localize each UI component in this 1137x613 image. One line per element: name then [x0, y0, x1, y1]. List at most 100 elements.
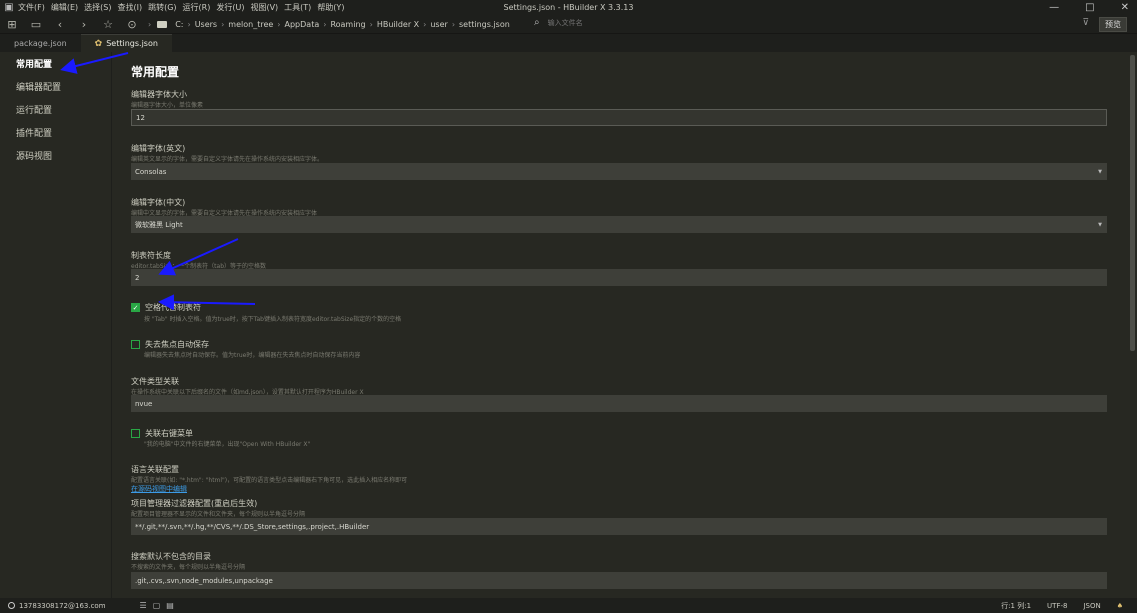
new-file-icon[interactable]: ⊞ [0, 15, 24, 34]
console-icon[interactable]: ▤ [166, 601, 174, 610]
search-exclude-desc: 不搜索的文件夹，每个规则以半角逗号分隔 [131, 564, 246, 571]
cursor-position[interactable]: 行:1 列:1 [1001, 601, 1031, 611]
menu-find[interactable]: 查找(I) [117, 2, 142, 13]
font-en-value: Consolas [135, 167, 167, 176]
filter-icon[interactable]: ⊽ [1082, 18, 1089, 28]
menu-file[interactable]: 文件(F) [18, 2, 45, 13]
tab-bar: package.json ✿ Settings.json [0, 34, 1137, 52]
font-cn-select[interactable]: 微软雅黑 Light ▼ [131, 216, 1107, 233]
forward-icon[interactable]: › [72, 15, 96, 34]
menu-tools[interactable]: 工具(T) [284, 2, 311, 13]
chevron-right-icon: › [369, 19, 373, 29]
chevron-down-icon: ▼ [1098, 168, 1102, 175]
user-account[interactable]: 13783308172@163.com [19, 602, 106, 610]
status-right: 行:1 列:1 UTF-8 JSON ♠ [1001, 601, 1123, 611]
run-icon[interactable]: ⊙ [120, 15, 144, 34]
exclude-filter-desc: 配置项目管理器不显示的文件和文件夹，每个规则以半角逗号分隔 [131, 511, 306, 518]
autosave-checkbox[interactable] [131, 340, 140, 349]
menu-publish[interactable]: 发行(U) [216, 2, 244, 13]
insert-spaces-desc: 按 "Tab" 时插入空格。值为true时，按下Tab键插入制表符宽度edito… [144, 316, 402, 323]
font-cn-value: 微软雅黑 Light [135, 220, 183, 229]
menu-select[interactable]: 选择(S) [84, 2, 111, 13]
file-search: ⌕ [534, 17, 748, 28]
sidebar-item-plugins[interactable]: 插件配置 [0, 121, 111, 144]
chevron-right-icon: › [148, 19, 152, 29]
tab-label: Settings.json [106, 39, 158, 48]
tab-size-label: 制表符长度 [131, 251, 171, 260]
file-assoc-input[interactable]: nvue [131, 395, 1107, 412]
tab-size-input[interactable]: 2 [131, 269, 1107, 286]
menu-view[interactable]: 视图(V) [250, 2, 278, 13]
scrollbar-thumb[interactable] [1130, 55, 1135, 351]
menu-bar: ▣ 文件(F) 编辑(E) 选择(S) 查找(I) 跳转(G) 运行(R) 发行… [0, 0, 1137, 15]
settings-sidebar: 常用配置 编辑器配置 运行配置 插件配置 源码视图 [0, 52, 112, 598]
autosave-desc: 编辑器失去焦点时自动保存。值为true时，编辑器在失去焦点时自动保存当前内容 [144, 352, 361, 359]
insert-spaces-label: 空格代替制表符 [145, 303, 201, 312]
chevron-right-icon: › [423, 19, 427, 29]
maximize-button[interactable]: □ [1085, 2, 1094, 13]
exclude-filter-label: 项目管理器过滤器配置(重启后生效) [131, 499, 258, 508]
close-button[interactable]: ✕ [1121, 2, 1129, 13]
exclude-filter-input[interactable]: **/.git,**/.svn,**/.hg,**/CVS,**/.DS_Sto… [131, 518, 1107, 535]
font-cn-label: 编辑字体(中文) [131, 198, 186, 207]
back-icon[interactable]: ‹ [48, 15, 72, 34]
sidebar-item-common[interactable]: 常用配置 [0, 52, 111, 75]
folder-icon [157, 20, 168, 28]
chevron-right-icon: › [221, 19, 225, 29]
font-size-desc: 编辑器字体大小，单位像素 [131, 102, 204, 109]
font-size-input[interactable]: 12 [131, 109, 1107, 126]
preview-button[interactable]: 预览 [1099, 17, 1127, 32]
minimize-button[interactable]: — [1049, 2, 1059, 13]
breadcrumb-item[interactable]: user [430, 20, 447, 29]
bell-icon[interactable]: ♠ [1117, 602, 1123, 610]
menu-edit[interactable]: 编辑(E) [51, 2, 78, 13]
language-mode[interactable]: JSON [1083, 602, 1100, 610]
window-controls: — □ ✕ [1049, 0, 1129, 15]
menu-help[interactable]: 帮助(Y) [317, 2, 344, 13]
breadcrumb-item[interactable]: AppData [285, 20, 320, 29]
breadcrumb-item[interactable]: C: [175, 20, 183, 29]
chevron-down-icon: ▼ [1098, 221, 1102, 228]
status-left: 13783308172@163.com ☰ ▢ ▤ [0, 601, 174, 610]
breadcrumb-item[interactable]: Roaming [330, 20, 365, 29]
vertical-scrollbar[interactable] [1127, 52, 1137, 598]
lang-assoc-desc: 配置语言关联(如: "*.htm": "html")，可配置的语言类型点击编辑器… [131, 477, 408, 484]
context-menu-checkbox[interactable] [131, 429, 140, 438]
breadcrumb-item[interactable]: melon_tree [228, 20, 273, 29]
breadcrumb-item[interactable]: settings.json [459, 20, 510, 29]
square-icon[interactable]: ▢ [153, 601, 161, 610]
file-search-icon: ⌕ [534, 17, 540, 28]
tab-settings-json[interactable]: ✿ Settings.json [80, 34, 172, 52]
app-logo-icon: ▣ [4, 2, 14, 13]
menu-run[interactable]: 运行(R) [183, 2, 211, 13]
search-exclude-label: 搜索默认不包含的目录 [131, 552, 211, 561]
breadcrumb: › C: › Users › melon_tree › AppData › Ro… [148, 20, 514, 29]
sidebar-item-source-view[interactable]: 源码视图 [0, 144, 111, 167]
menu-goto[interactable]: 跳转(G) [148, 2, 176, 13]
list-icon[interactable]: ☰ [140, 601, 147, 610]
breadcrumb-item[interactable]: HBuilder X [377, 20, 419, 29]
chevron-right-icon: › [451, 19, 456, 29]
settings-panel: 常用配置 编辑器字体大小 编辑器字体大小，单位像素 12 编辑字体(英文) 编辑… [112, 52, 1127, 598]
toolbar: ⊞ ▭ ‹ › ☆ ⊙ › C: › Users › melon_tree › … [0, 15, 1137, 34]
encoding[interactable]: UTF-8 [1047, 602, 1067, 610]
file-assoc-label: 文件类型关联 [131, 377, 179, 386]
save-icon[interactable]: ▭ [24, 15, 48, 34]
insert-spaces-checkbox-row[interactable]: ✓ 空格代替制表符 [131, 302, 201, 313]
sidebar-item-editor[interactable]: 编辑器配置 [0, 75, 111, 98]
font-en-desc: 编辑英文显示的字体，需要自定义字体请先在操作系统内安装相应字体。 [131, 156, 324, 163]
sidebar-item-run[interactable]: 运行配置 [0, 98, 111, 121]
chevron-right-icon: › [277, 19, 281, 29]
star-icon[interactable]: ☆ [96, 15, 120, 34]
context-menu-checkbox-row[interactable]: 关联右键菜单 [131, 428, 193, 439]
file-search-input[interactable] [547, 18, 748, 27]
status-bar: 13783308172@163.com ☰ ▢ ▤ 行:1 列:1 UTF-8 … [0, 598, 1137, 613]
search-exclude-input[interactable]: .git,.cvs,.svn,node_modules,unpackage [131, 572, 1107, 589]
insert-spaces-checkbox[interactable]: ✓ [131, 303, 140, 312]
breadcrumb-item[interactable]: Users [195, 20, 217, 29]
autosave-checkbox-row[interactable]: 失去焦点自动保存 [131, 339, 209, 350]
tab-package-json[interactable]: package.json [0, 34, 81, 52]
chevron-right-icon: › [187, 19, 191, 29]
font-en-select[interactable]: Consolas ▼ [131, 163, 1107, 180]
edit-in-source-view-link[interactable]: 在源码视图中编辑 [131, 484, 187, 494]
